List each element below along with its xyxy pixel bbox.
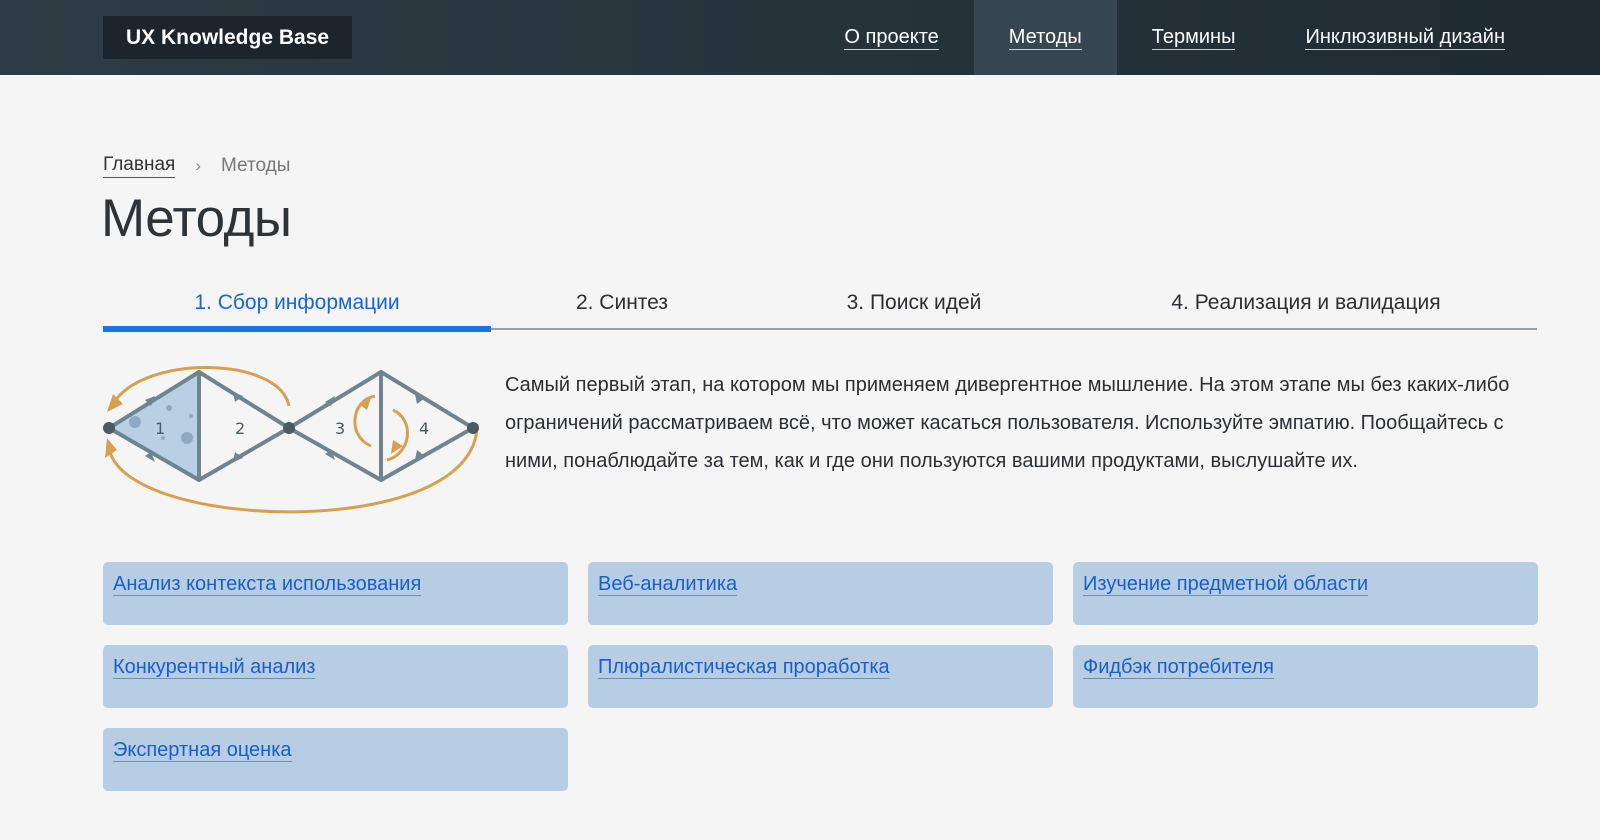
top-navigation-bar: UX Knowledge Base О проекте Методы Терми…: [0, 0, 1600, 75]
tab-ideation[interactable]: 3. Поиск идей: [753, 276, 1075, 330]
nav-item-label: Термины: [1151, 25, 1236, 50]
tab-information-gathering[interactable]: 1. Сбор информации: [103, 276, 491, 332]
chevron-right-icon: ›: [195, 155, 201, 175]
dot-icon: [189, 414, 193, 418]
method-card: Веб-аналитика: [588, 562, 1053, 625]
nav-item-label: Методы: [1008, 25, 1082, 50]
diagram-label-4: 4: [419, 419, 429, 438]
breadcrumb-current: Методы: [221, 154, 291, 176]
breadcrumb-home-link[interactable]: Главная: [103, 154, 176, 178]
diagram-label-2: 2: [235, 419, 245, 438]
tab-synthesis[interactable]: 2. Синтез: [491, 276, 753, 330]
methods-grid: Анализ контекста использования Веб-анали…: [103, 562, 1538, 791]
nav-item-label: Инклюзивный дизайн: [1305, 25, 1505, 50]
nav-item-label: О проекте: [844, 25, 939, 50]
main-nav: О проекте Методы Термины Инклюзивный диз…: [810, 0, 1600, 75]
phase-tabs: 1. Сбор информации 2. Синтез 3. Поиск ид…: [103, 276, 1537, 332]
node-icon: [467, 422, 479, 434]
method-link-domain-research[interactable]: Изучение предметной области: [1083, 573, 1369, 596]
dot-icon: [166, 405, 172, 411]
phase-description: Самый первый этап, на котором мы применя…: [505, 374, 1510, 472]
method-card: Фидбэк потребителя: [1073, 645, 1538, 708]
nav-item-methods[interactable]: Методы: [973, 0, 1117, 75]
method-link-expert-review[interactable]: Экспертная оценка: [113, 739, 292, 762]
arrow-head-icon: [107, 394, 123, 412]
site-logo[interactable]: UX Knowledge Base: [103, 16, 353, 59]
method-card: Изучение предметной области: [1073, 562, 1538, 625]
method-card: Конкурентный анализ: [103, 645, 568, 708]
tab-implementation-validation[interactable]: 4. Реализация и валидация: [1075, 276, 1537, 330]
method-link-customer-feedback[interactable]: Фидбэк потребителя: [1083, 656, 1275, 679]
breadcrumb: Главная › Методы: [103, 154, 290, 178]
dot-icon: [129, 416, 141, 428]
diagram-label-3: 3: [335, 419, 345, 438]
node-icon: [103, 422, 115, 434]
node-icon: [283, 422, 295, 434]
method-link-pluralistic-walkthrough[interactable]: Плюралистическая проработка: [598, 656, 890, 679]
method-card: Экспертная оценка: [103, 728, 568, 791]
method-link-competitive-analysis[interactable]: Конкурентный анализ: [113, 656, 316, 679]
diagram-label-1: 1: [155, 419, 165, 438]
inner-cycle-arrow: [386, 408, 409, 462]
diamond-1-left: [107, 370, 201, 482]
method-card: Плюралистическая проработка: [588, 645, 1053, 708]
page-title: Методы: [101, 189, 292, 248]
nav-item-about[interactable]: О проекте: [810, 0, 973, 75]
double-diamond-diagram: 1 2 3 4: [103, 366, 479, 514]
nav-item-terms[interactable]: Термины: [1117, 0, 1271, 75]
nav-item-inclusive-design[interactable]: Инклюзивный дизайн: [1270, 0, 1600, 75]
dot-icon: [181, 432, 193, 444]
method-card: Анализ контекста использования: [103, 562, 568, 625]
method-link-web-analytics[interactable]: Веб-аналитика: [598, 573, 738, 596]
method-link-context-analysis[interactable]: Анализ контекста использования: [113, 573, 422, 596]
